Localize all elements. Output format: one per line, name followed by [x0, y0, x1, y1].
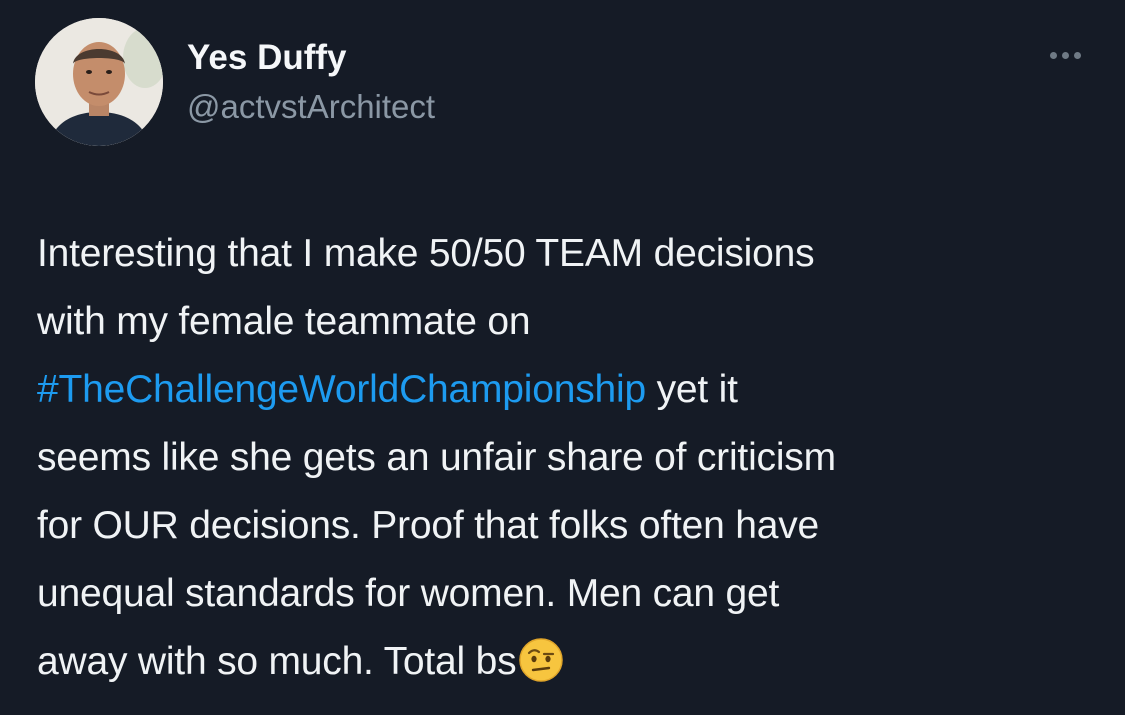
tweet-text-line: #TheChallengeWorldChampionship yet it: [37, 356, 1107, 424]
user-handle[interactable]: @actvstArchitect: [187, 86, 435, 128]
tweet-text-line: with my female teammate on: [37, 300, 531, 343]
tweet-text-line: away with so much. Total bs: [37, 628, 1107, 696]
author-info: Yes Duffy @actvstArchitect: [187, 36, 435, 128]
tweet-text-line: Interesting that I make 50/50 TEAM decis…: [37, 232, 815, 275]
display-name[interactable]: Yes Duffy: [187, 36, 435, 80]
avatar[interactable]: [35, 18, 163, 146]
more-horizontal-icon: [1049, 51, 1057, 59]
profile-photo-icon: [35, 18, 163, 146]
tweet-text-segment: away with so much. Total bs: [37, 640, 517, 683]
tweet-text-line: seems like she gets an unfair share of c…: [37, 436, 836, 479]
tweet-card: Yes Duffy @actvstArchitect Interesting t…: [0, 0, 1125, 715]
tweet-text-line: for OUR decisions. Proof that folks ofte…: [37, 504, 820, 547]
tweet-text-segment: yet it: [645, 368, 738, 411]
more-horizontal-icon: [1073, 51, 1081, 59]
hashtag-link[interactable]: #TheChallengeWorldChampionship: [37, 368, 646, 411]
raised-eyebrow-face-icon: [518, 637, 564, 705]
tweet-text-line: unequal standards for women. Men can get: [37, 572, 780, 615]
more-horizontal-icon: [1061, 51, 1069, 59]
tweet-text: Interesting that I make 50/50 TEAM decis…: [37, 220, 1107, 696]
more-options-button[interactable]: [1040, 40, 1090, 70]
